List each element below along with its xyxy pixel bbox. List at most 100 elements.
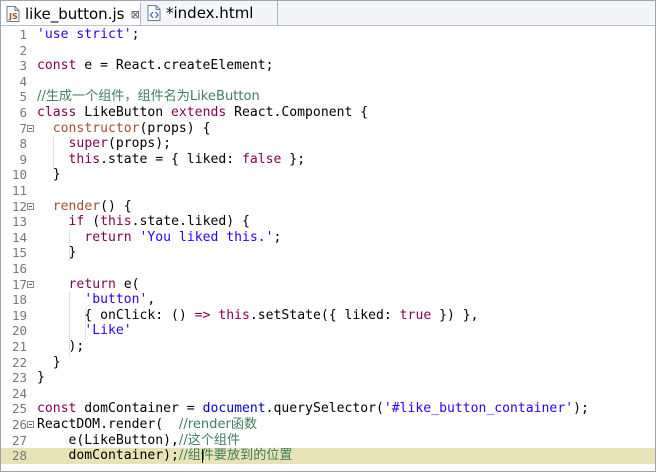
fold-toggle-icon[interactable] xyxy=(27,124,34,132)
code-line[interactable]: 26 ReactDOM.render( //render函数 xyxy=(1,417,655,433)
code-token: 'use strict' xyxy=(37,27,132,42)
tab-like-button-js[interactable]: JS like_button.js ⊠ xyxy=(1,1,141,25)
code-line[interactable]: 14 return 'You liked this.'; xyxy=(1,230,655,246)
fold-toggle-icon[interactable] xyxy=(27,280,34,288)
code-line[interactable]: 28 domContainer);//组件要放到的位置 xyxy=(1,448,655,464)
code-token: 'Like' xyxy=(84,323,132,339)
fold-toggle-icon[interactable] xyxy=(27,421,34,428)
line-number: 20 xyxy=(11,323,27,339)
close-icon[interactable]: ⊠ xyxy=(130,8,140,21)
code-token: 'button' xyxy=(84,292,148,308)
code-line[interactable]: 13 if (this.state.liked) { xyxy=(1,214,655,230)
indent-guide xyxy=(69,229,70,261)
code-comment: //组件要放到的位置 xyxy=(178,448,293,464)
code-line[interactable]: 19 { onClick: () => this.setState({ like… xyxy=(1,308,655,324)
line-number: 4 xyxy=(19,73,27,89)
line-number: 2 xyxy=(19,42,27,58)
code-line[interactable]: 9 this.state = { liked: false }; xyxy=(1,152,655,168)
code-token: true xyxy=(399,307,432,323)
line-number: 12 xyxy=(11,198,27,214)
code-line[interactable]: 7 constructor(props) { xyxy=(1,121,655,137)
code-line[interactable]: 6 class LikeButton extends React.Componen… xyxy=(1,105,655,121)
code-text: this.state = { liked: false }; xyxy=(37,151,306,168)
code-text: //生成一个组件，组件名为LikeButton xyxy=(37,89,260,105)
code-token: React.Component { xyxy=(226,105,369,120)
tab-label: like_button.js xyxy=(25,5,125,23)
code-text: } xyxy=(37,355,61,371)
code-token: false xyxy=(242,151,282,167)
line-number: 10 xyxy=(11,167,27,183)
code-line[interactable]: 24 xyxy=(1,386,655,402)
code-line[interactable]: 5 //生成一个组件，组件名为LikeButton xyxy=(1,89,655,105)
code-line[interactable]: 15 } xyxy=(1,245,655,261)
code-text: return e( xyxy=(37,277,140,293)
code-line[interactable]: 10 } xyxy=(1,167,655,183)
code-token: { onClick: () xyxy=(37,307,195,323)
code-text: } xyxy=(37,370,45,386)
text-caret xyxy=(202,449,203,464)
code-token: .state.liked) { xyxy=(131,214,250,230)
code-token: } xyxy=(37,245,77,261)
code-comment: //render函数 xyxy=(178,417,258,432)
tab-label: *index.html xyxy=(166,4,254,22)
code-token: return xyxy=(68,276,116,292)
line-number: 7 xyxy=(19,120,27,136)
code-line[interactable]: 22 } xyxy=(1,355,655,371)
line-number: 11 xyxy=(11,183,27,198)
line-number: 13 xyxy=(11,214,27,230)
indent-guide xyxy=(53,136,54,168)
code-line[interactable]: 3 const e = React.createElement; xyxy=(1,58,655,74)
fold-toggle-icon[interactable] xyxy=(27,202,34,210)
code-line[interactable]: 12 render() { xyxy=(1,199,655,215)
code-line[interactable]: 16 xyxy=(1,261,655,277)
code-token: extends xyxy=(171,105,227,120)
code-token: , xyxy=(147,292,156,308)
code-editor[interactable]: 1 'use strict'; 2 3 const e = React.createEl… xyxy=(1,26,655,471)
code-line[interactable]: 20 'Like' xyxy=(1,323,655,339)
code-line[interactable]: 27 e(LikeButton),//这个组件 xyxy=(1,433,655,449)
code-line[interactable]: 11 xyxy=(1,183,655,199)
code-line[interactable]: 23} xyxy=(1,370,655,386)
code-line[interactable]: 4 xyxy=(1,74,655,90)
tab-index-html[interactable]: *index.html xyxy=(142,1,278,25)
code-line[interactable]: 25 const domContainer = document.querySel… xyxy=(1,401,655,417)
code-line[interactable]: 18 'button', xyxy=(1,292,655,308)
code-text: domContainer);//组件要放到的位置 xyxy=(37,448,293,464)
code-text: { onClick: () => this.setState({ liked: … xyxy=(37,307,478,324)
line-number: 17 xyxy=(11,276,27,292)
html-file-icon xyxy=(147,5,161,21)
code-text: } xyxy=(37,167,61,183)
code-token: this xyxy=(68,151,101,167)
line-number: 18 xyxy=(11,292,27,308)
code-line[interactable]: 1 'use strict'; xyxy=(1,27,655,43)
line-number: 15 xyxy=(11,245,27,261)
code-text: return 'You liked this.'; xyxy=(37,230,281,246)
code-comment: //这个组件 xyxy=(178,432,241,448)
line-number: 19 xyxy=(11,307,27,323)
editor-window: JS like_button.js ⊠ *index.html 1 'use st… xyxy=(0,0,656,472)
code-token: render xyxy=(52,198,101,214)
code-token: e = React.createElement; xyxy=(76,58,274,74)
line-number: 9 xyxy=(19,151,27,167)
code-line[interactable]: 2 xyxy=(1,43,655,59)
code-token: } xyxy=(37,354,61,370)
code-token: ( xyxy=(84,214,101,230)
code-text: if (this.state.liked) { xyxy=(37,214,250,230)
code-token: .state = { liked: xyxy=(100,151,242,167)
code-line[interactable]: 21 ); xyxy=(1,339,655,355)
code-text: const domContainer = document.querySelec… xyxy=(37,401,589,417)
tab-bar: JS like_button.js ⊠ *index.html xyxy=(1,1,655,26)
code-line[interactable]: 8 super(props); xyxy=(1,136,655,152)
code-text: ); xyxy=(37,339,85,355)
code-text: ReactDOM.render( //render函数 xyxy=(37,417,257,433)
code-token: '#like_button_container' xyxy=(383,401,574,417)
code-line[interactable]: 17 return e( xyxy=(1,277,655,293)
line-number: 22 xyxy=(11,354,27,370)
code-token: }; xyxy=(281,151,306,167)
line-number: 23 xyxy=(11,370,27,386)
